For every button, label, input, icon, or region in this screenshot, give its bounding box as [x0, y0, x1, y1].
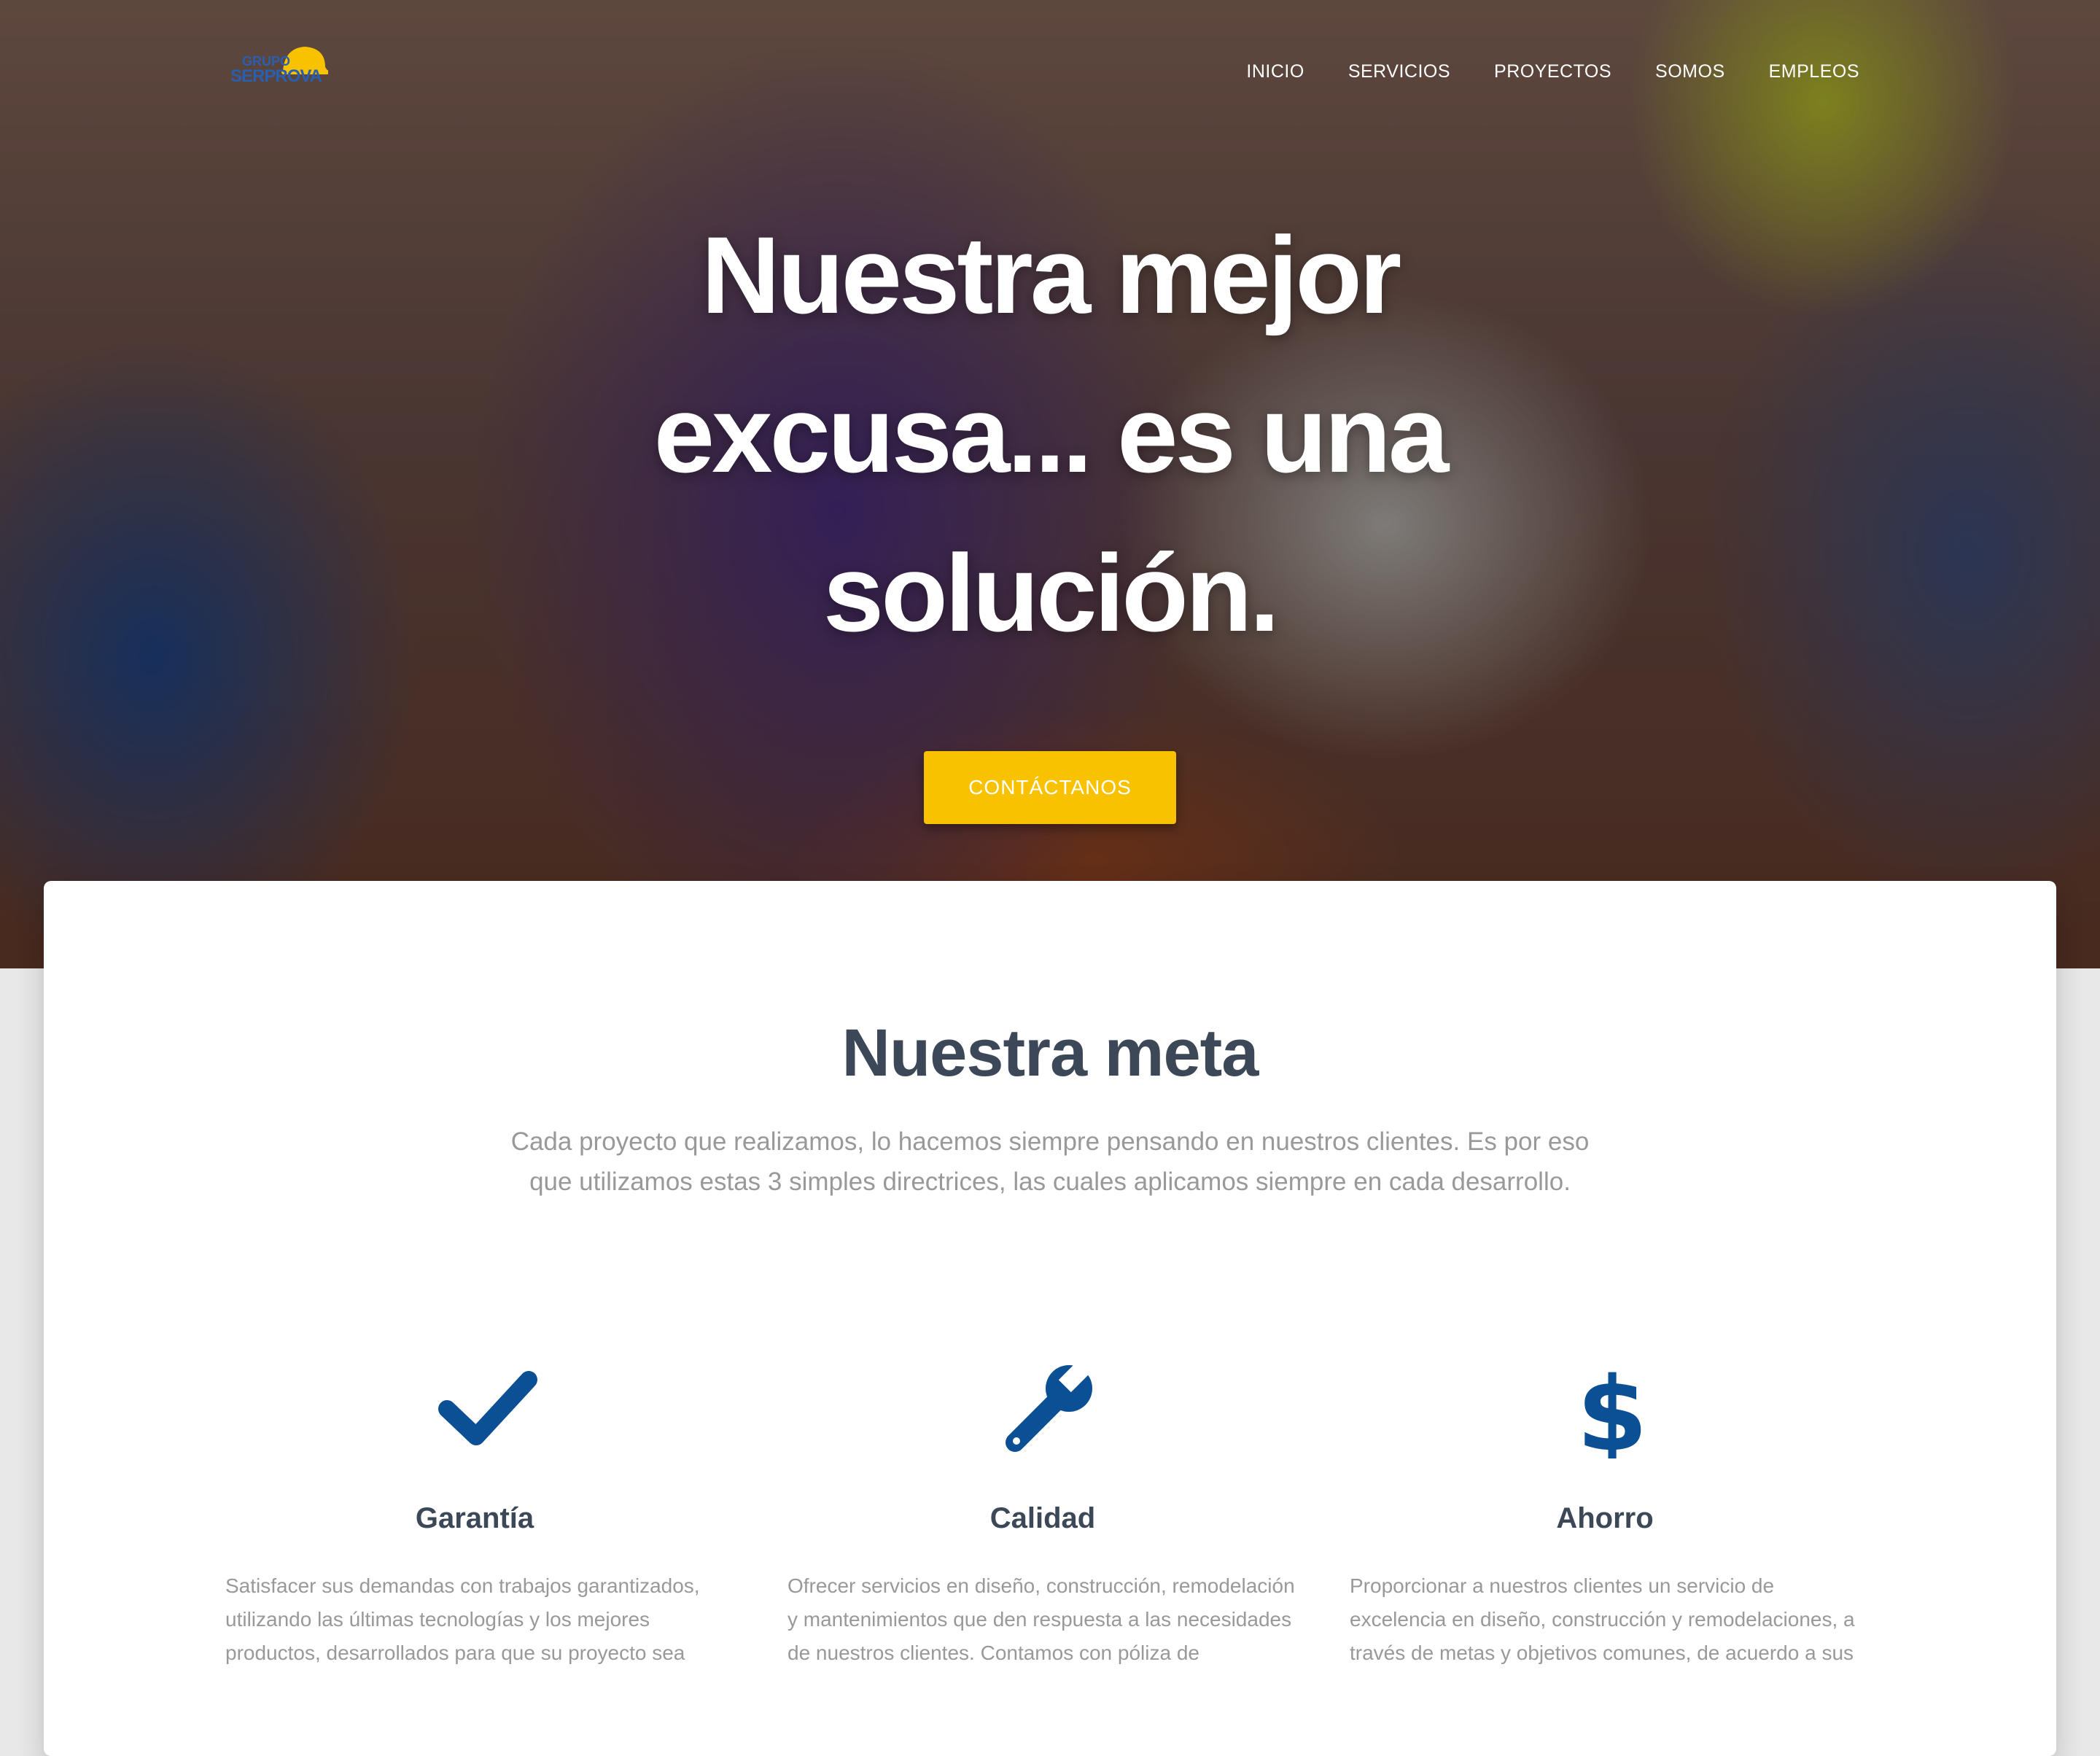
- svg-text:SERPROVA: SERPROVA: [230, 66, 322, 86]
- section-title: Nuestra meta: [841, 1016, 1259, 1090]
- nav-item-inicio[interactable]: INICIO: [1246, 61, 1304, 82]
- feature-title: Ahorro: [1556, 1502, 1654, 1534]
- nav-item-somos[interactable]: SOMOS: [1655, 61, 1725, 82]
- wrench-icon: [1006, 1356, 1097, 1452]
- nav-item-servicios[interactable]: SERVICIOS: [1348, 61, 1450, 82]
- section-description: Cada proyecto que realizamos, lo hacemos…: [510, 1127, 1590, 1196]
- feature-text: Proporcionar a nuestros clientes un serv…: [1350, 1574, 1855, 1664]
- main-nav: INICIO SERVICIOS PROYECTOS SOMOS EMPLEOS: [1202, 61, 1859, 82]
- company-logo[interactable]: GRUPO SERPROVA: [226, 42, 328, 101]
- checkmark-icon: [438, 1371, 537, 1445]
- feature-title: Calidad: [989, 1502, 1096, 1534]
- svg-text:$: $: [1576, 1356, 1647, 1458]
- feature-text: Ofrecer servicios en diseño, construcció…: [788, 1574, 1295, 1664]
- hero-title: Nuestra mejor excusa... es una solución.: [653, 214, 1450, 654]
- nav-item-proyectos[interactable]: PROYECTOS: [1494, 61, 1611, 82]
- dollar-icon: $: [1576, 1356, 1647, 1458]
- nav-item-empleos[interactable]: EMPLEOS: [1769, 61, 1859, 82]
- contact-button[interactable]: CONTÁCTANOS: [924, 751, 1176, 824]
- feature-text: Satisfacer sus demandas con trabajos gar…: [225, 1574, 700, 1664]
- feature-title: Garantía: [415, 1502, 534, 1534]
